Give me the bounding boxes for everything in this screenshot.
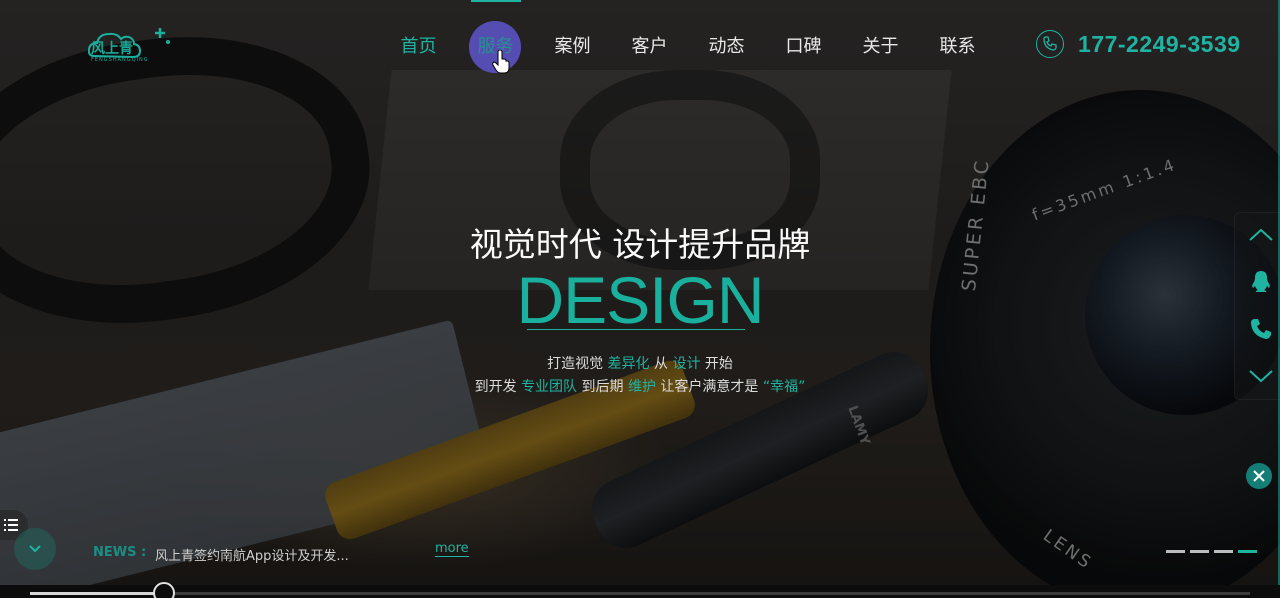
hero-subtitle-line-2: 到开发 专业团队 到后期 维护 让客户满意才是 “幸福” [0, 376, 1280, 396]
news-label: NEWS : [93, 545, 147, 560]
chevron-up-icon [1249, 228, 1273, 241]
main-nav: 首页 服务 案例 客户 动态 口碑 关于 联系 [380, 0, 996, 80]
nav-item-home-label: 首页 [400, 36, 437, 57]
nav-item-clients-label: 客户 [631, 36, 668, 57]
chevron-down-icon [1249, 370, 1273, 383]
chevron-down-icon [29, 545, 41, 553]
hero-design-underline [527, 329, 745, 330]
logo-subtext: FENGSHANGQING [91, 57, 149, 63]
news-headline-link[interactable]: 风上青签约南航App设计及开发... [155, 545, 349, 564]
phone-icon [1251, 319, 1271, 339]
slide-indicators [1166, 550, 1257, 553]
hand-cursor-icon [492, 50, 510, 74]
nav-item-cases[interactable]: 案例 [534, 0, 611, 93]
scroll-next-section-button[interactable] [14, 528, 56, 570]
nav-item-clients[interactable]: 客户 [611, 0, 688, 93]
slide-dot[interactable] [1190, 550, 1209, 553]
line2-part-a: 到开发 [474, 379, 522, 395]
phone-number: 177-2249-3539 [1078, 30, 1241, 57]
list-menu-icon [4, 519, 18, 531]
nav-item-reputation-label: 口碑 [785, 36, 822, 57]
line2-part-e: 让客户满意才是 [655, 379, 763, 395]
line1-highlight-1: 差异化 [607, 356, 650, 372]
line2-highlight-1: 专业团队 [521, 379, 578, 395]
slide-dot[interactable] [1214, 550, 1233, 553]
nav-item-about-label: 关于 [862, 36, 899, 57]
qq-chat-button[interactable] [1245, 266, 1277, 298]
brand-logo[interactable]: 风上青 FENGSHANGQING [87, 26, 178, 66]
line2-part-c: 到后期 [577, 379, 628, 395]
progress-track[interactable] [30, 592, 1250, 595]
hero-design-word: DESIGN [516, 263, 764, 337]
phone-icon [1036, 30, 1064, 58]
nav-item-cases-label: 案例 [554, 36, 591, 57]
floating-sidebar [1234, 212, 1280, 400]
slide-dot[interactable] [1238, 550, 1257, 553]
line2-highlight-2: 维护 [627, 379, 656, 395]
phone-call-button[interactable] [1245, 313, 1277, 345]
progress-fill [30, 592, 164, 595]
line2-highlight-3: “幸福” [762, 379, 806, 395]
qq-icon [1252, 271, 1270, 292]
hero-title: 视觉时代 设计提升品牌 [469, 225, 811, 264]
nav-item-reputation[interactable]: 口碑 [765, 0, 842, 93]
nav-item-contact-label: 联系 [939, 36, 976, 57]
nav-item-services[interactable]: 服务 [457, 0, 534, 93]
progress-thumb[interactable] [153, 582, 175, 598]
nav-item-contact[interactable]: 联系 [919, 0, 996, 93]
nav-item-about[interactable]: 关于 [842, 0, 919, 93]
contact-phone[interactable]: 177-2249-3539 [1036, 30, 1241, 58]
nav-item-home[interactable]: 首页 [380, 0, 457, 93]
nav-item-news-label: 动态 [708, 36, 745, 57]
close-sidebar-button[interactable] [1246, 463, 1272, 489]
line1-part-c: 从 [649, 356, 673, 372]
hero-subtitle-line-1: 打造视觉 差异化 从 设计 开始 [0, 353, 1280, 373]
line1-part-a: 打造视觉 [547, 356, 608, 372]
logo-text: 风上青 [91, 41, 133, 57]
slide-dot[interactable] [1166, 550, 1185, 553]
news-more-link[interactable]: more [435, 541, 469, 557]
nav-item-news[interactable]: 动态 [688, 0, 765, 93]
scroll-top-button[interactable] [1245, 219, 1277, 251]
scroll-down-button[interactable] [1245, 360, 1277, 392]
line1-part-e: 开始 [700, 356, 733, 372]
close-icon [1253, 470, 1265, 482]
line1-highlight-2: 设计 [672, 356, 701, 372]
